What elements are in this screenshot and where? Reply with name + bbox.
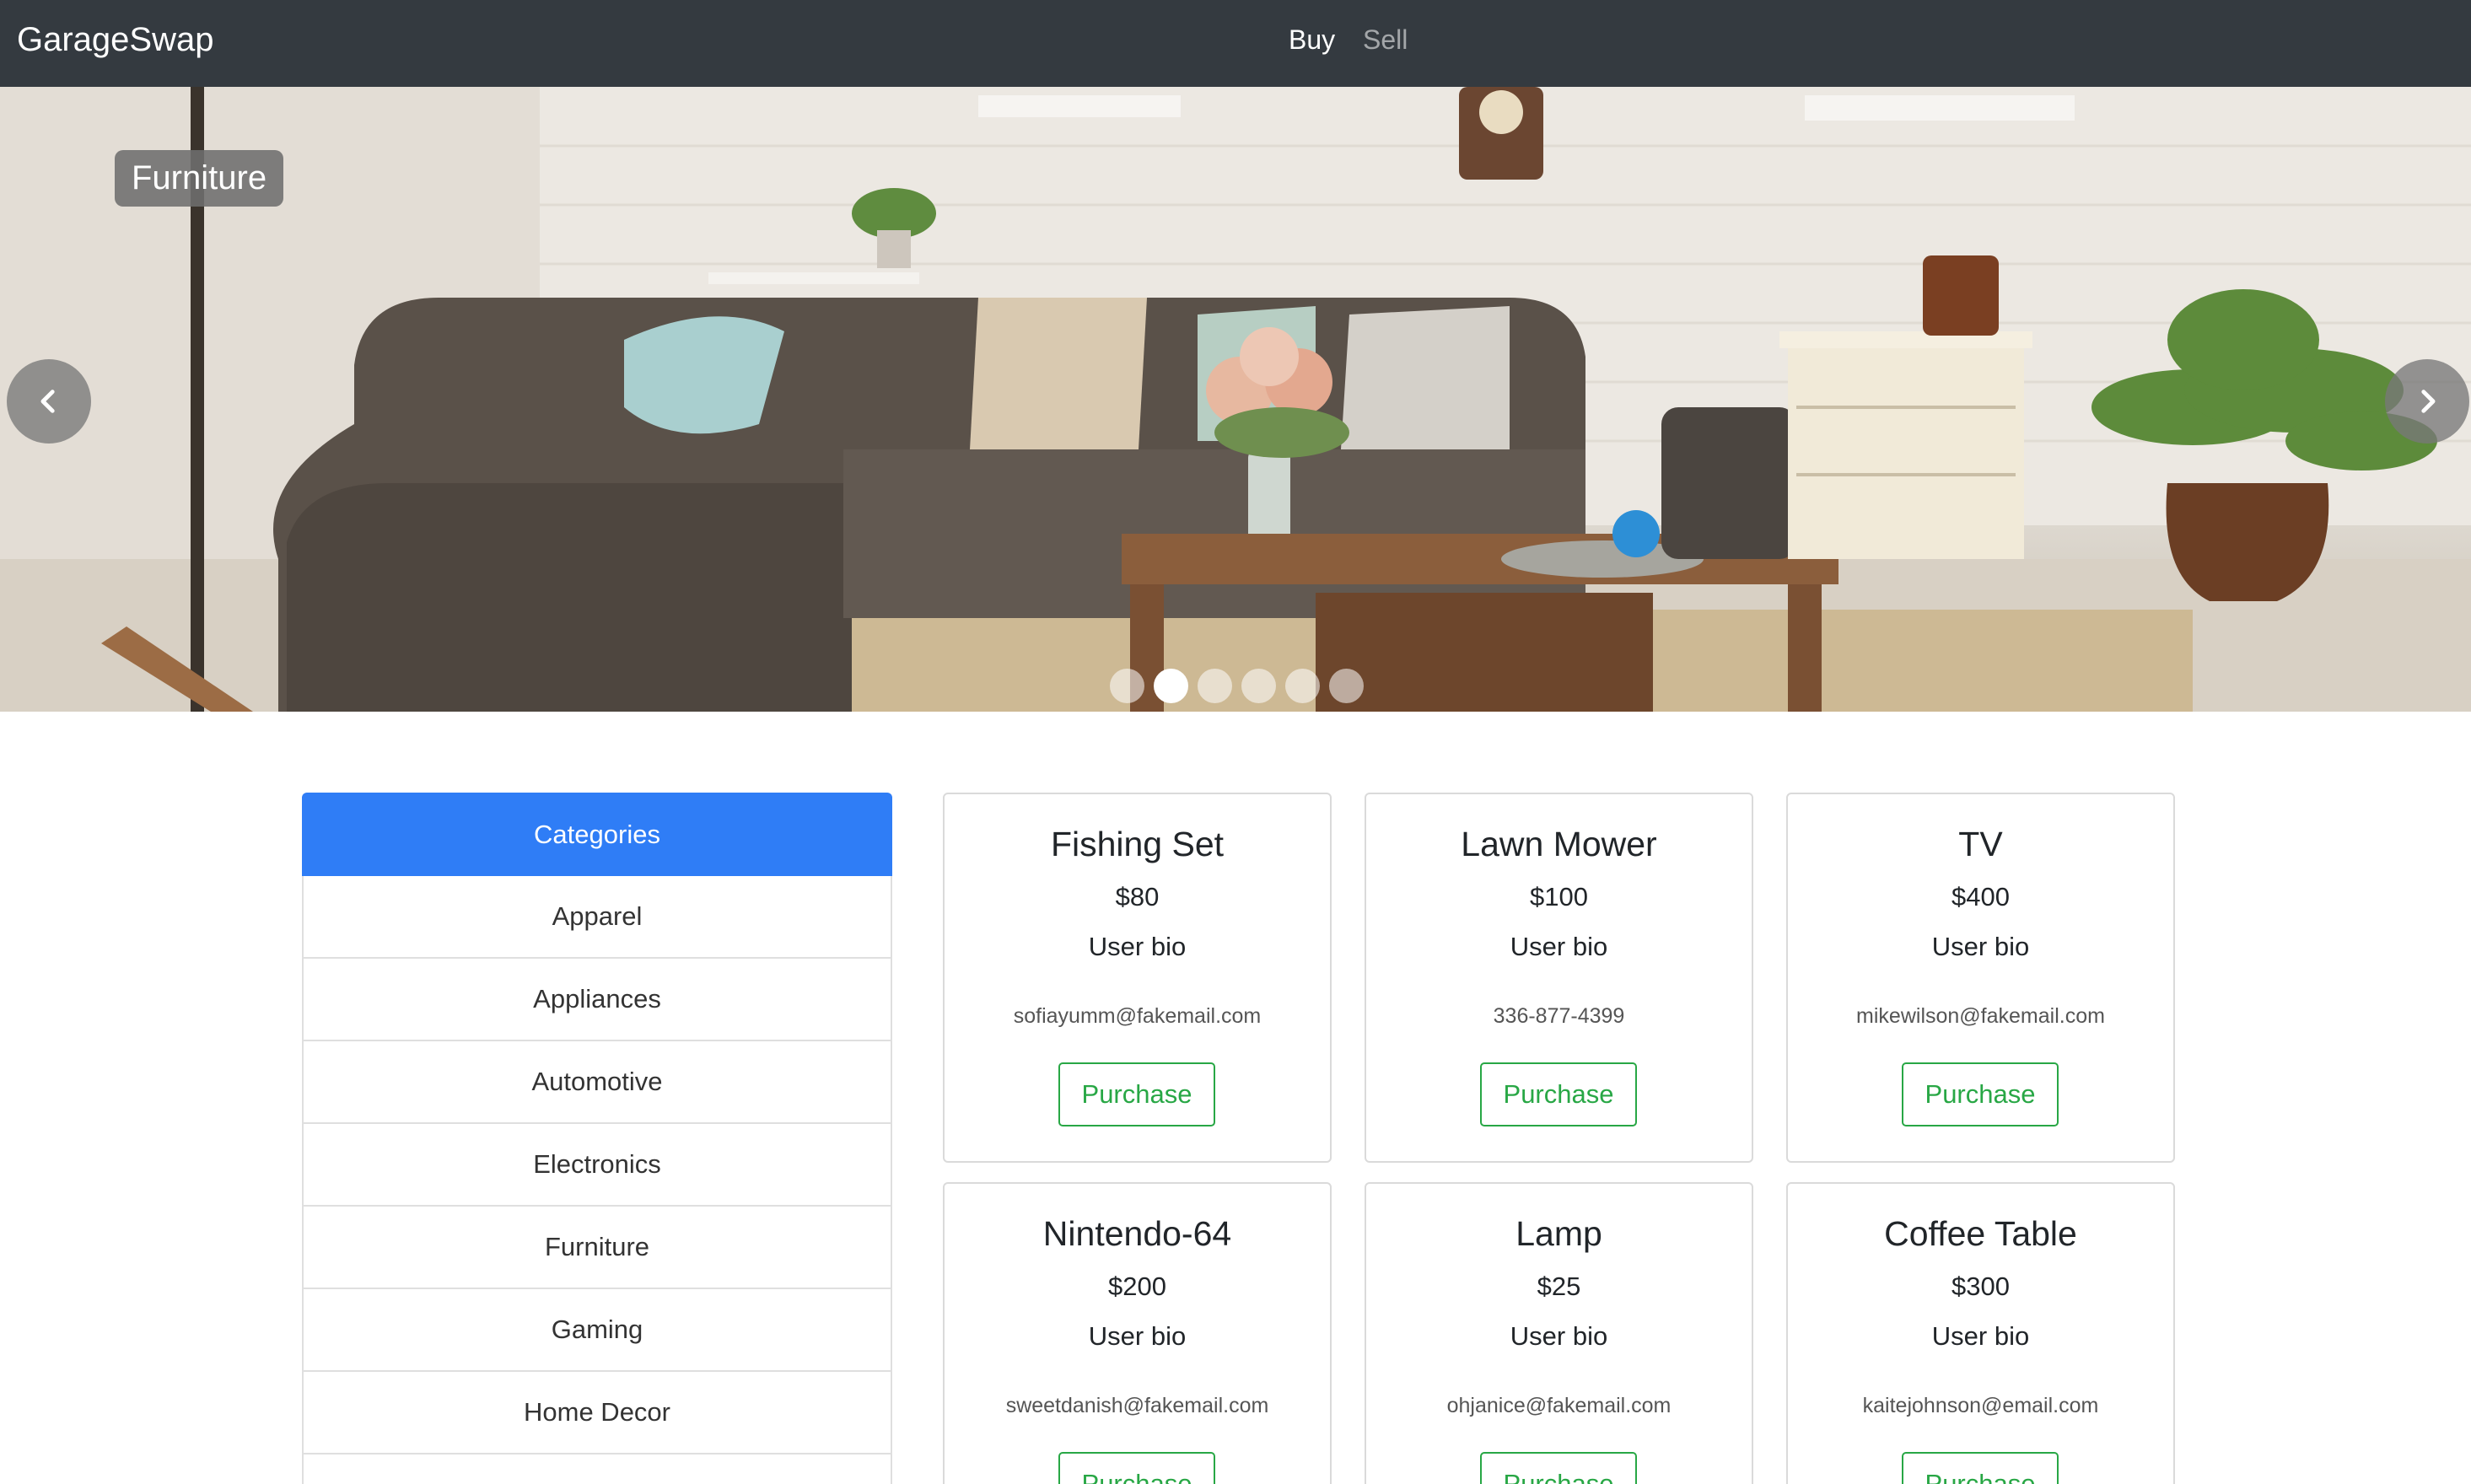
category-item-home-decor[interactable]: Home Decor	[302, 1372, 892, 1454]
product-price: $200	[1108, 1272, 1166, 1301]
seller-bio: User bio	[1088, 1321, 1187, 1351]
purchase-button[interactable]: Purchase	[1480, 1062, 1637, 1126]
purchase-button[interactable]: Purchase	[1480, 1452, 1637, 1484]
product-price: $400	[1951, 882, 2010, 911]
carousel-indicators	[1110, 669, 1364, 703]
nav-links: Buy Sell	[0, 0, 2471, 87]
product-card: TV $400 User bio mikewilson@fakemail.com…	[1786, 793, 2175, 1163]
category-list: Categories Apparel Appliances Automotive…	[302, 793, 892, 1484]
product-name: Lamp	[1515, 1214, 1602, 1253]
purchase-button[interactable]: Purchase	[1058, 1062, 1215, 1126]
carousel-indicator[interactable]	[1110, 669, 1144, 703]
category-item-automotive[interactable]: Automotive	[302, 1041, 892, 1124]
chevron-right-icon	[2421, 390, 2436, 413]
carousel-indicator[interactable]	[1329, 669, 1364, 703]
seller-bio: User bio	[1510, 932, 1608, 961]
product-card: Lamp $25 User bio ohjanice@fakemail.com …	[1365, 1182, 1753, 1484]
carousel-indicator[interactable]	[1285, 669, 1320, 703]
carousel-slide-image	[0, 87, 2471, 712]
product-name: Coffee Table	[1884, 1214, 2077, 1253]
category-item-furniture[interactable]: Furniture	[302, 1207, 892, 1289]
nav-link-sell[interactable]: Sell	[1363, 0, 1408, 87]
product-card: Nintendo-64 $200 User bio sweetdanish@fa…	[943, 1182, 1332, 1484]
seller-bio: User bio	[1931, 932, 2030, 961]
product-name: Fishing Set	[1050, 825, 1225, 863]
seller-contact: sofiayumm@fakemail.com	[1013, 1004, 1262, 1028]
product-card: Coffee Table $300 User bio kaitejohnson@…	[1786, 1182, 2175, 1484]
product-price: $300	[1951, 1272, 2010, 1301]
category-item-more[interactable]	[302, 1454, 892, 1484]
product-card: Lawn Mower $100 User bio 336-877-4399 Pu…	[1365, 793, 1753, 1163]
carousel-prev-button[interactable]	[7, 359, 91, 444]
purchase-button[interactable]: Purchase	[1902, 1452, 2059, 1484]
product-name: Lawn Mower	[1461, 825, 1657, 863]
product-card: Fishing Set $80 User bio sofiayumm@fakem…	[943, 793, 1332, 1163]
category-item-apparel[interactable]: Apparel	[302, 876, 892, 959]
seller-contact: kaitejohnson@email.com	[1862, 1394, 2099, 1417]
product-price: $80	[1115, 882, 1160, 911]
chevron-left-icon	[40, 390, 55, 413]
product-name: TV	[1958, 825, 2003, 863]
top-navbar: GarageSwap Buy Sell	[0, 0, 2471, 87]
category-item-electronics[interactable]: Electronics	[302, 1124, 892, 1207]
carousel-indicator[interactable]	[1241, 669, 1276, 703]
seller-bio: User bio	[1510, 1321, 1608, 1351]
product-price: $25	[1537, 1272, 1581, 1301]
category-item-appliances[interactable]: Appliances	[302, 959, 892, 1041]
purchase-button[interactable]: Purchase	[1902, 1062, 2059, 1126]
carousel-next-button[interactable]	[2385, 359, 2469, 444]
nav-link-buy[interactable]: Buy	[1289, 0, 1335, 87]
product-price: $100	[1530, 882, 1588, 911]
seller-contact: sweetdanish@fakemail.com	[1005, 1394, 1269, 1417]
hero-carousel: Furniture	[0, 87, 2471, 712]
seller-contact: ohjanice@fakemail.com	[1446, 1394, 1672, 1417]
category-item-gaming[interactable]: Gaming	[302, 1289, 892, 1372]
seller-bio: User bio	[1088, 932, 1187, 961]
carousel-indicator-active[interactable]	[1154, 669, 1188, 703]
carousel-indicator[interactable]	[1198, 669, 1232, 703]
seller-contact: 336-877-4399	[1493, 1004, 1625, 1028]
category-list-header[interactable]: Categories	[302, 793, 892, 876]
carousel-caption: Furniture	[115, 150, 284, 207]
purchase-button[interactable]: Purchase	[1058, 1452, 1215, 1484]
seller-bio: User bio	[1931, 1321, 2030, 1351]
product-name: Nintendo-64	[1042, 1214, 1232, 1253]
seller-contact: mikewilson@fakemail.com	[1856, 1004, 2105, 1028]
